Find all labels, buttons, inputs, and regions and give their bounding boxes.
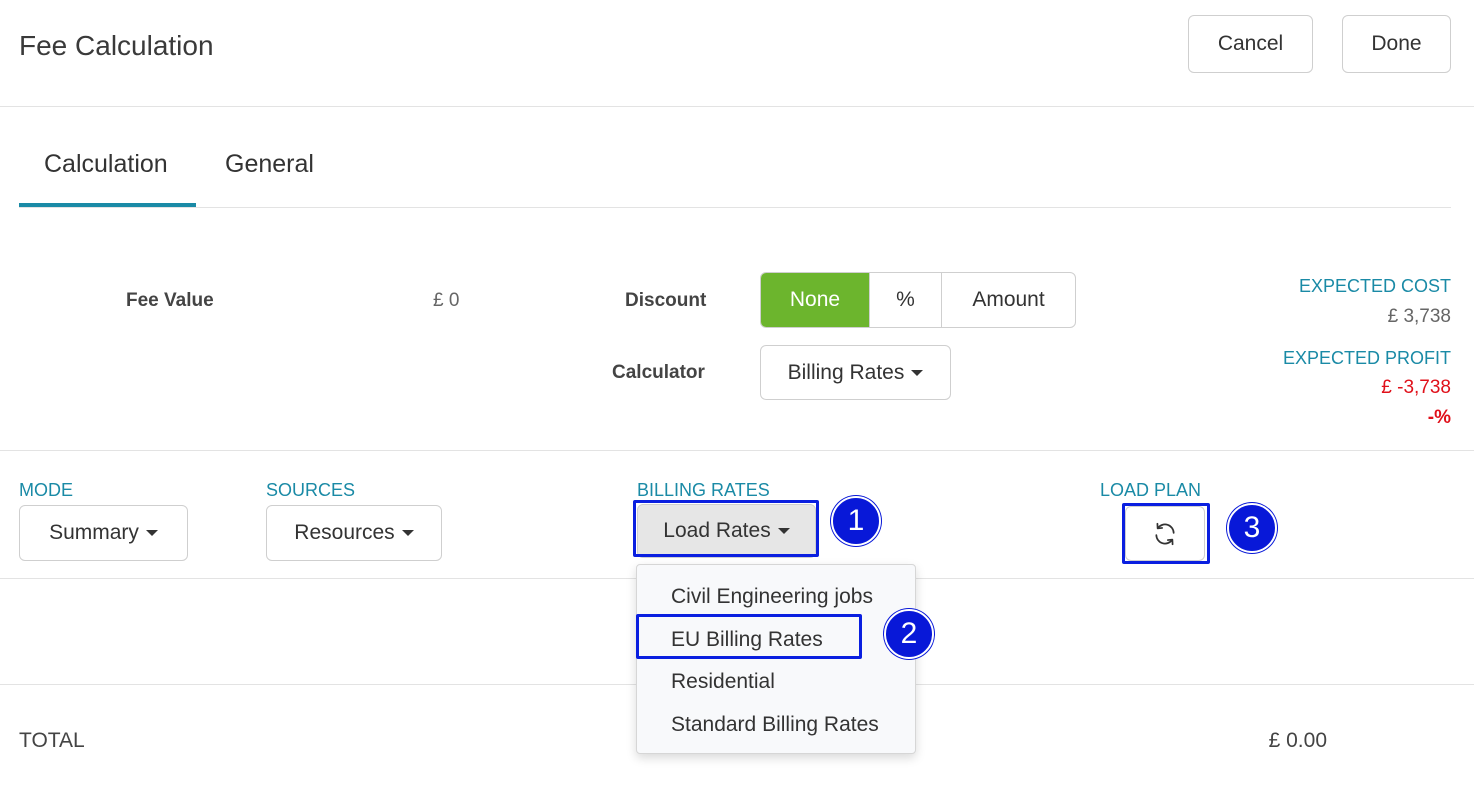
expected-cost-label: EXPECTED COST [1298, 276, 1451, 296]
expected-cost-value: £ 3,738 [1387, 306, 1451, 327]
callout-badge-1: 1 [831, 496, 881, 546]
menu-item-standard-billing-rates[interactable]: Standard Billing Rates [671, 713, 879, 737]
callout-highlight-1 [633, 500, 819, 557]
menu-item-residential[interactable]: Residential [671, 670, 775, 694]
billing-rates-label: BILLING RATES [637, 480, 770, 500]
discount-amount-button[interactable]: Amount [942, 273, 1075, 327]
cancel-button[interactable]: Cancel [1188, 15, 1313, 73]
caret-down-icon [911, 369, 924, 376]
sources-dropdown[interactable]: Resources [266, 505, 442, 561]
page-title: Fee Calculation [19, 30, 214, 61]
calculator-label: Calculator [612, 362, 705, 383]
discount-label: Discount [625, 290, 707, 311]
tabs-divider [19, 207, 1451, 208]
discount-segmented-control: None % Amount [760, 272, 1076, 328]
callout-badge-2: 2 [884, 609, 934, 659]
caret-down-icon [401, 530, 414, 536]
calculator-dropdown[interactable]: Billing Rates [760, 345, 951, 400]
mode-dropdown-label: Summary [49, 521, 139, 544]
expected-profit-percent: -% [1427, 407, 1451, 428]
fee-value: £ 0 [433, 290, 460, 311]
callout-badge-3: 3 [1227, 503, 1277, 553]
mode-dropdown[interactable]: Summary [19, 505, 188, 561]
total-label: TOTAL [19, 729, 85, 752]
sources-label: SOURCES [266, 480, 356, 500]
expected-profit-value: £ -3,738 [1381, 377, 1451, 398]
active-tab-indicator [19, 203, 196, 207]
tab-general[interactable]: General [225, 150, 314, 179]
discount-percent-button[interactable]: % [870, 273, 942, 327]
discount-none-button[interactable]: None [761, 273, 870, 327]
load-plan-label: LOAD PLAN [1100, 480, 1202, 500]
sources-dropdown-label: Resources [294, 521, 395, 544]
load-rates-menu: Civil Engineering jobs EU Billing Rates … [636, 564, 916, 754]
header-divider [0, 106, 1474, 107]
expected-profit-label: EXPECTED PROFIT [1282, 348, 1451, 368]
callout-highlight-2 [636, 614, 862, 659]
done-button[interactable]: Done [1342, 15, 1451, 73]
fee-value-label: Fee Value [126, 290, 214, 311]
callout-highlight-3 [1122, 503, 1210, 564]
caret-down-icon [145, 530, 158, 536]
total-value: £ 0.00 [1268, 729, 1327, 752]
tab-calculation[interactable]: Calculation [44, 150, 168, 179]
mode-label: MODE [19, 480, 73, 500]
menu-item-civil-engineering[interactable]: Civil Engineering jobs [671, 585, 873, 609]
section-divider [0, 450, 1474, 451]
calculator-dropdown-label: Billing Rates [787, 360, 905, 384]
